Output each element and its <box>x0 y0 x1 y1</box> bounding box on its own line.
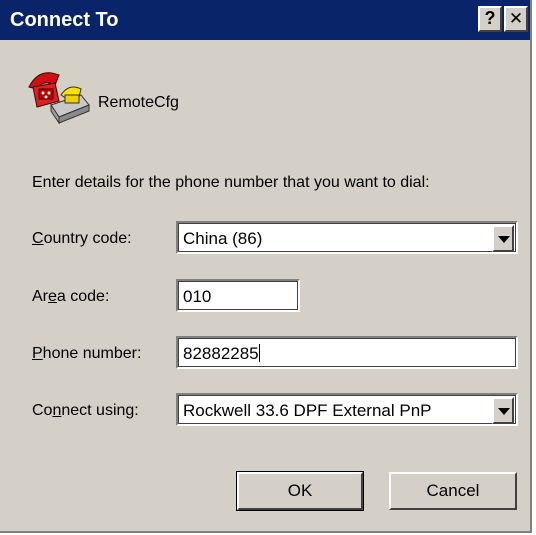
connect-using-label: Connect using: <box>32 402 139 419</box>
connect-using-select[interactable]: Rockwell 33.6 DPF External PnP <box>176 393 518 426</box>
cancel-button[interactable]: Cancel <box>389 472 517 510</box>
connect-using-value: Rockwell 33.6 DPF External PnP <box>183 401 432 420</box>
phone-number-label: Phone number: <box>32 345 142 362</box>
chevron-down-icon <box>498 236 510 243</box>
country-code-select[interactable]: China (86) <box>176 221 518 254</box>
help-button[interactable]: ? <box>478 6 502 32</box>
window-title: Connect To <box>10 9 119 31</box>
text-cursor <box>258 344 260 362</box>
ok-button[interactable]: OK <box>236 471 364 511</box>
area-code-value: 010 <box>183 287 212 306</box>
country-code-value: China (86) <box>183 229 263 248</box>
area-code-label: Area code: <box>32 288 110 305</box>
telephone-modem-icon <box>25 65 91 127</box>
country-code-label: Country code: <box>32 230 132 247</box>
connect-using-dropdown-button[interactable] <box>492 397 514 424</box>
close-button[interactable]: ✕ <box>504 6 528 32</box>
phone-number-value-wrap: 82882285 <box>183 344 260 364</box>
instructions-text: Enter details for the phone number that … <box>32 174 430 191</box>
phone-number-input[interactable]: 82882285 <box>176 336 518 369</box>
connect-to-dialog: Connect To ? ✕ RemoteCfg Enter details f… <box>0 0 532 533</box>
title-bar[interactable]: Connect To ? ✕ <box>0 0 530 40</box>
chevron-down-icon <box>498 408 510 415</box>
country-code-dropdown-button[interactable] <box>492 225 514 252</box>
phone-number-value: 82882285 <box>183 344 259 363</box>
connection-name: RemoteCfg <box>98 94 179 111</box>
area-code-input[interactable]: 010 <box>176 279 300 312</box>
